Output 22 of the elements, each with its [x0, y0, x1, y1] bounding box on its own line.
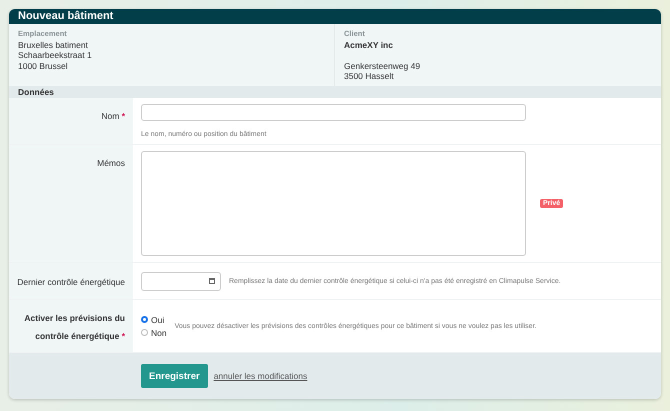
name-input[interactable]	[141, 104, 526, 121]
field-label: Nom *	[101, 111, 125, 121]
address-line: Genkersteenweg 49	[344, 60, 422, 72]
date-input[interactable]	[141, 272, 221, 290]
address-line: Schaarbeekstraat 1	[18, 50, 93, 61]
radio-label: Oui	[151, 314, 164, 326]
window-title: Nouveau bâtiment	[18, 10, 114, 22]
calendar-icon	[209, 278, 215, 284]
radio-label: Non	[151, 326, 167, 338]
address-line: Bruxelles batiment	[18, 40, 89, 50]
section-title: Données	[9, 86, 661, 98]
client-name: AcmeXY inc	[344, 40, 394, 50]
radio-button[interactable]	[141, 316, 148, 323]
address-line: 3500 Hasselt	[344, 71, 395, 82]
cancel-link[interactable]: annuler les modifications	[214, 371, 308, 381]
address-line: 1000 Brussel	[18, 60, 69, 72]
save-button[interactable]: Enregistrer	[141, 364, 208, 388]
radio-button[interactable]	[141, 329, 148, 336]
field-label: Mémos	[97, 158, 125, 168]
field-label: Dernier contrôle énergétique	[17, 277, 125, 287]
field-label: Activer les prévisions du contrôle énergétique *	[24, 313, 125, 341]
memo-textarea[interactable]	[141, 151, 526, 256]
